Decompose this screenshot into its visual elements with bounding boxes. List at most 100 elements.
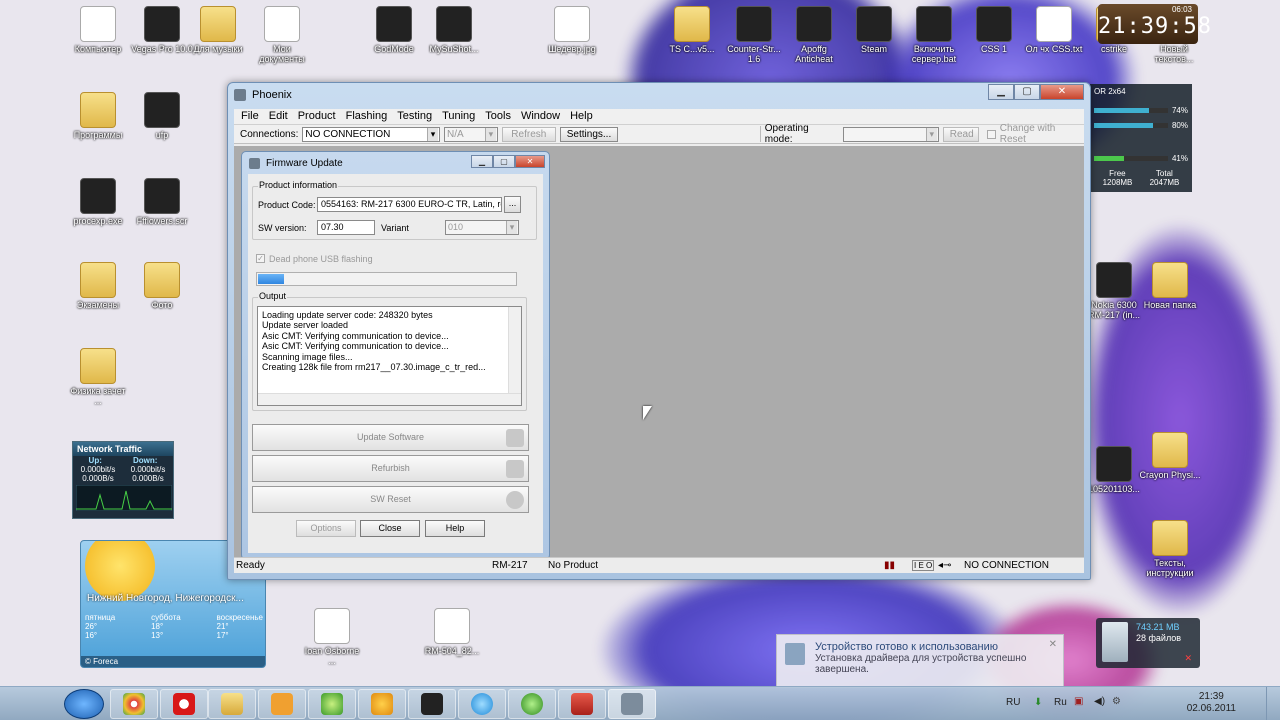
dead-phone-checkbox[interactable]: ✓ <box>256 254 265 263</box>
refurbish-button[interactable]: Refurbish <box>252 455 529 482</box>
taskbar-skype[interactable] <box>458 689 506 719</box>
taskbar-utorrent[interactable] <box>308 689 356 719</box>
close-icon[interactable]: ✕ <box>1040 84 1084 100</box>
desktop-shortcut[interactable]: Мои документы <box>250 6 314 64</box>
desktop-shortcut[interactable]: Новая папка <box>1138 262 1202 310</box>
menu-help[interactable]: Help <box>565 109 598 124</box>
help-button[interactable]: Help <box>425 520 485 537</box>
firmware-update-window[interactable]: Firmware Update ▁ ▢ ✕ Product informatio… <box>241 151 550 560</box>
network-traffic-gadget[interactable]: Network Traffic Up: Down: 0.000bit/s 0.0… <box>72 441 174 519</box>
menu-flashing[interactable]: Flashing <box>341 109 393 124</box>
desktop-shortcut[interactable]: Физика зачет ... <box>66 348 130 406</box>
desktop-shortcut[interactable]: Ioan Osborne ... <box>300 608 364 666</box>
update-software-button[interactable]: Update Software <box>252 424 529 451</box>
connections-select[interactable]: NO CONNECTION <box>302 126 440 142</box>
window-controls: ▁ ▢ ✕ <box>988 84 1084 100</box>
desktop-shortcut[interactable]: Vegas Pro 10.0 <box>130 6 194 54</box>
desktop-shortcut[interactable]: Шедевр.jpg <box>540 6 604 54</box>
maximize-icon[interactable]: ▢ <box>493 155 515 168</box>
desktop-shortcut[interactable]: Экзамены <box>66 262 130 310</box>
menu-product[interactable]: Product <box>293 109 341 124</box>
menu-window[interactable]: Window <box>516 109 565 124</box>
close-icon[interactable]: ✕ <box>515 155 545 168</box>
operating-mode-select[interactable] <box>843 126 939 142</box>
taskbar-explorer[interactable] <box>208 689 256 719</box>
output-vertical-scrollbar[interactable] <box>508 307 521 393</box>
desktop-shortcut[interactable]: Программы <box>66 92 130 140</box>
empty-bin-icon[interactable]: ✕ <box>1184 653 1192 664</box>
sw-reset-button[interactable]: SW Reset <box>252 486 529 513</box>
minimize-icon[interactable]: ▁ <box>471 155 493 168</box>
taskbar-avast[interactable] <box>358 689 406 719</box>
network-icon[interactable]: ▣ <box>1074 696 1083 707</box>
usb-device-icon[interactable]: ⬇ <box>1034 697 1042 708</box>
close-icon[interactable]: ✕ <box>1049 639 1057 650</box>
volume-icon[interactable]: ◀) <box>1094 696 1105 707</box>
sw-version-field[interactable]: 07.30 <box>317 220 375 235</box>
phoenix-titlebar[interactable]: Phoenix ▁ ▢ ✕ <box>228 83 1090 107</box>
close-button[interactable]: Close <box>360 520 420 537</box>
recycle-bin-gadget[interactable]: 743.21 MB 28 файлов ✕ <box>1096 618 1200 668</box>
refresh-button[interactable]: Refresh <box>501 126 556 142</box>
desktop-shortcut[interactable]: Для музыки <box>186 6 250 54</box>
read-button[interactable]: Read <box>942 126 979 142</box>
desktop-shortcut-label: cstrike <box>1100 44 1127 54</box>
maximize-icon[interactable]: ▢ <box>1014 84 1040 100</box>
na-select[interactable]: N/A <box>444 126 498 142</box>
desktop-shortcut[interactable]: GodMode <box>362 6 426 54</box>
clock-gadget[interactable]: 06:03 21:39:58 <box>1098 4 1211 44</box>
taskbar-anticheat[interactable] <box>408 689 456 719</box>
desktop-shortcut[interactable]: Nokia 6300 RM-217 (in... <box>1082 262 1146 320</box>
browse-product-button[interactable]: ... <box>504 196 521 213</box>
taskbar-green-app[interactable] <box>508 689 556 719</box>
product-code-field[interactable]: 0554163: RM-217 6300 EURO-C TR, Latin, r… <box>317 197 502 212</box>
folder-icon <box>80 262 116 298</box>
menu-tools[interactable]: Tools <box>480 109 516 124</box>
device-ready-notification[interactable]: Устройство готово к использованию Устано… <box>776 634 1064 688</box>
taskbar: RU Ru ⬇ ▣ ◀) ⚙ 21:39 02.06.2011 <box>0 686 1280 720</box>
recycle-files: 28 файлов <box>1136 633 1182 643</box>
change-with-reset-checkbox[interactable] <box>986 129 996 139</box>
desktop-shortcut[interactable]: Включить сервер.bat <box>902 6 966 64</box>
desktop-shortcut[interactable]: Crayon Physi... <box>1138 432 1202 480</box>
taskbar-chrome[interactable] <box>110 689 158 719</box>
taskbar-clock[interactable]: 21:39 02.06.2011 <box>1187 691 1236 715</box>
desktop-shortcut[interactable]: CSS 1 <box>962 6 1026 54</box>
desktop-shortcut[interactable]: Counter-Str... 1.6 <box>722 6 786 64</box>
variant-select[interactable]: 010 <box>445 220 519 235</box>
desktop-shortcut[interactable]: Тексты, инструкции <box>1138 520 1202 578</box>
settings-button[interactable]: Settings... <box>559 126 618 142</box>
phoenix-window[interactable]: Phoenix ▁ ▢ ✕ File Edit Product Flashing… <box>227 82 1091 580</box>
desktop-shortcut[interactable]: Ол чх CSS.txt <box>1022 6 1086 54</box>
output-log[interactable]: Loading update server code: 248320 bytes… <box>257 306 522 406</box>
options-button[interactable]: Options <box>296 520 356 537</box>
output-horizontal-scrollbar[interactable] <box>258 393 521 405</box>
desktop-shortcut[interactable]: Apoffg Anticheat <box>782 6 846 64</box>
menu-tuning[interactable]: Tuning <box>437 109 480 124</box>
taskbar-opera[interactable] <box>160 689 208 719</box>
taskbar-toolbox[interactable] <box>558 689 606 719</box>
desktop-shortcut[interactable]: MySuShot... <box>422 6 486 54</box>
desktop-shortcut[interactable]: RM-504_82... <box>420 608 484 656</box>
desktop-shortcut[interactable]: Ffflowers.scr <box>130 178 194 226</box>
desktop-shortcut[interactable]: Компьютер <box>66 6 130 54</box>
show-desktop-button[interactable] <box>1266 687 1280 720</box>
minimize-icon[interactable]: ▁ <box>988 84 1014 100</box>
desktop-shortcut[interactable]: ufp <box>130 92 194 140</box>
desktop-shortcut[interactable]: procexp.exe <box>66 178 130 226</box>
desktop-shortcut[interactable]: TS C...v5... <box>660 6 724 54</box>
taskbar-media-player[interactable] <box>258 689 306 719</box>
tray-app-icon[interactable]: ⚙ <box>1112 696 1121 707</box>
keyboard-layout[interactable]: Ru <box>1054 697 1067 708</box>
desktop-shortcut[interactable]: Steam <box>842 6 906 54</box>
language-indicator[interactable]: RU <box>1006 697 1020 708</box>
start-button[interactable] <box>64 689 104 719</box>
menu-testing[interactable]: Testing <box>392 109 437 124</box>
menu-file[interactable]: File <box>236 109 264 124</box>
system-meter-gadget[interactable]: OR 2x64 74% 80% 41% Free Total 1208MB 20… <box>1090 84 1192 192</box>
desktop-shortcut[interactable]: Фото <box>130 262 194 310</box>
desktop-shortcut[interactable]: 105201103... <box>1082 446 1146 494</box>
weather-brand[interactable]: © Foreca <box>81 656 265 667</box>
menu-edit[interactable]: Edit <box>264 109 293 124</box>
taskbar-phoenix[interactable] <box>608 689 656 719</box>
